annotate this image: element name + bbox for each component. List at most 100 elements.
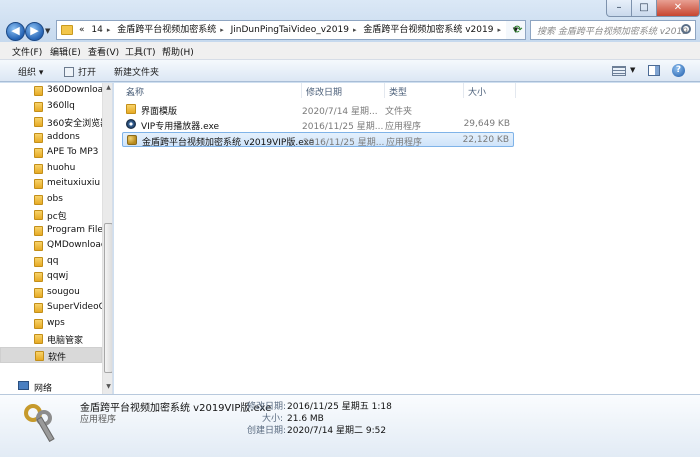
folder-icon [61, 25, 73, 35]
sidebar-item-folder[interactable]: 360llq [0, 99, 102, 115]
table-row[interactable]: 界面模版 2020/7/14 星期... 文件夹 [122, 102, 514, 117]
sidebar-item-folder[interactable]: pc包 [0, 207, 102, 223]
folder-icon [34, 132, 43, 143]
network-icon [18, 381, 29, 390]
search-input[interactable]: 搜索 金盾跨平台视频加密系统 v2019 [530, 20, 696, 40]
navigation-pane: 360Download 360llq 360安全浏览器 addons APE To MP… [0, 83, 113, 394]
file-list: 名称 ︿ 修改日期 类型 大小 界面模版 2020/7/14 星期... 文件夹 VI… [114, 83, 700, 394]
menu-view[interactable]: 查看(V) [88, 45, 119, 58]
help-icon[interactable]: ? [672, 64, 685, 77]
column-date-header[interactable]: 修改日期 [302, 83, 385, 98]
close-button[interactable]: ✕ [657, 0, 700, 17]
folder-icon [34, 179, 43, 189]
key-icon [127, 135, 137, 145]
sidebar-item-folder[interactable]: SuperVideoCa [0, 300, 110, 316]
minimize-button[interactable]: – [606, 0, 632, 17]
folder-icon [34, 86, 43, 96]
maximize-button[interactable]: □ [632, 0, 657, 17]
file-type: 文件夹 [385, 107, 413, 117]
sidebar-item-folder[interactable]: QMDownload [0, 238, 107, 254]
sidebar-item-folder[interactable]: 360安全浏览器 [0, 114, 109, 130]
file-type: 应用程序 [386, 138, 423, 148]
sidebar-item-folder[interactable]: meituxiuxiu [0, 176, 102, 192]
file-type: 应用程序 [385, 122, 422, 132]
sidebar-item-folder[interactable]: 软件 [0, 346, 102, 363]
file-date: 2020/7/14 星期... [302, 107, 378, 117]
folder-icon [126, 104, 136, 114]
nav-scrollbar[interactable]: ▲ ▼ [102, 83, 112, 394]
folder-icon [34, 287, 43, 298]
breadcrumb-overflow[interactable]: « [79, 25, 85, 35]
scroll-down-arrow[interactable]: ▼ [103, 383, 112, 393]
folder-icon [34, 225, 43, 236]
scroll-up-arrow[interactable]: ▲ [103, 84, 112, 94]
folder-icon [34, 117, 43, 127]
file-size: 29,649 KB [463, 119, 510, 129]
breadcrumb: « 14 ▸ 金盾跨平台视频加密系统 ▸ JinDunPingTaiVideo_v2… [79, 25, 501, 35]
table-row[interactable]: VIP专用播放器.exe 2016/11/25 星期... 应用程序 29,649 K… [122, 117, 514, 132]
file-size: 22,120 KB [462, 135, 509, 145]
sidebar-item-network[interactable]: 网络 [16, 380, 106, 394]
file-date: 2016/11/25 星期... [302, 122, 384, 132]
sidebar-item-folder[interactable]: Program Files [0, 223, 108, 239]
menu-help[interactable]: 帮助(H) [162, 45, 194, 58]
details-filetype: 应用程序 [80, 415, 117, 425]
menu-bar: 文件(F) 编辑(E) 查看(V) 工具(T) 帮助(H) [0, 42, 700, 60]
command-toolbar: 组织 ▾ 打开 新建文件夹 [0, 60, 700, 82]
file-date: 2016/11/25 星期... [303, 138, 385, 148]
view-options-icon[interactable] [612, 66, 626, 76]
menu-tools[interactable]: 工具(T) [125, 45, 156, 58]
refresh-icon[interactable]: ⟳ [510, 20, 526, 40]
details-pane: 金盾跨平台视频加密系统 v2019VIP版.exe 应用程序 修改日期:2016… [0, 394, 700, 457]
column-size-header[interactable]: 大小 [464, 83, 516, 98]
preview-pane-icon[interactable] [648, 65, 660, 76]
organize-button[interactable]: 组织 ▾ [18, 65, 43, 78]
scroll-thumb[interactable] [104, 223, 112, 373]
key-icon [22, 404, 56, 444]
menu-file[interactable]: 文件(F) [12, 45, 42, 58]
folder-icon [34, 194, 43, 205]
recent-pages-dropdown[interactable]: ▼ [45, 27, 50, 35]
column-name-header[interactable]: 名称 ︿ [122, 83, 302, 98]
file-name: VIP专用播放器.exe [141, 122, 220, 132]
folder-icon [34, 163, 43, 174]
search-icon [681, 24, 691, 34]
details-created: 创建日期:2020/7/14 星期二 9:52 [247, 426, 387, 436]
breadcrumb-item[interactable]: 金盾跨平台视频加密系统 v2019 [363, 25, 493, 35]
menu-edit[interactable]: 编辑(E) [50, 45, 81, 58]
sidebar-item-folder[interactable]: qqwj [0, 269, 102, 285]
sidebar-item-folder[interactable]: obs [0, 192, 102, 208]
sidebar-item-folder[interactable]: APE To MP3 F [0, 145, 106, 161]
folder-icon [34, 256, 43, 267]
folder-icon [35, 350, 44, 361]
back-button[interactable]: ◀ [6, 22, 25, 41]
folder-icon [34, 272, 43, 282]
sort-arrow-icon: ︿ [126, 88, 136, 98]
file-name: 界面模版 [141, 107, 178, 117]
table-row[interactable]: 金盾跨平台视频加密系统 v2019VIP版.exe 2016/11/25 星期..… [122, 132, 514, 148]
folder-icon [34, 101, 43, 112]
column-type-header[interactable]: 类型 [385, 83, 464, 98]
folder-icon [34, 241, 43, 251]
folder-icon [34, 334, 43, 344]
sidebar-item-folder[interactable]: huohu [0, 161, 102, 177]
breadcrumb-item[interactable]: 14 [91, 25, 102, 35]
breadcrumb-item[interactable]: JinDunPingTaiVideo_v2019 [231, 25, 349, 35]
sidebar-item-folder[interactable]: addons [0, 130, 102, 146]
address-bar[interactable]: « 14 ▸ 金盾跨平台视频加密系统 ▸ JinDunPingTaiVideo_v2… [56, 20, 524, 40]
sidebar-item-folder[interactable]: 360Download [0, 83, 109, 99]
open-button[interactable]: 打开 [64, 65, 96, 78]
folder-icon [34, 318, 43, 329]
sidebar-item-folder[interactable]: qq [0, 254, 102, 270]
view-dropdown[interactable]: ▼ [630, 66, 635, 74]
new-folder-button[interactable]: 新建文件夹 [114, 65, 159, 78]
file-name: 金盾跨平台视频加密系统 v2019VIP版.exe [142, 138, 315, 148]
sidebar-item-folder[interactable]: 电脑管家 [0, 331, 102, 347]
folder-icon [34, 148, 43, 158]
sidebar-item-folder[interactable]: wps [0, 316, 102, 332]
sidebar-item-folder[interactable]: sougou [0, 285, 102, 301]
breadcrumb-item[interactable]: 金盾跨平台视频加密系统 [117, 25, 216, 35]
folder-icon [34, 303, 43, 313]
open-icon [64, 67, 74, 77]
forward-button[interactable]: ▶ [25, 22, 44, 41]
